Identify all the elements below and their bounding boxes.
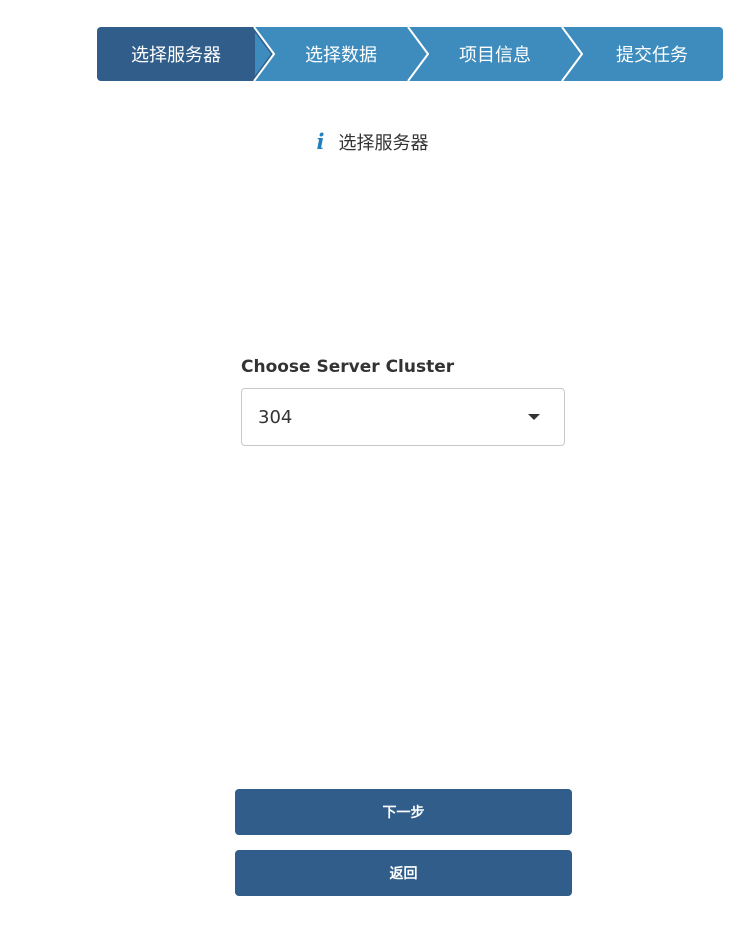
info-row: i 选择服务器	[0, 129, 745, 155]
next-button[interactable]: 下一步	[235, 789, 572, 835]
step-label: 提交任务	[616, 45, 688, 66]
back-button[interactable]: 返回	[235, 850, 572, 896]
step-select-data[interactable]: 选择数据	[255, 27, 429, 81]
server-cluster-value: 304	[258, 406, 293, 428]
step-label: 选择服务器	[131, 45, 221, 66]
step-project-info[interactable]: 项目信息	[409, 27, 583, 81]
stepper: 选择服务器 选择数据 项目信息 提交任务	[97, 27, 723, 81]
step-select-server[interactable]: 选择服务器	[97, 27, 275, 81]
step-label: 选择数据	[305, 45, 377, 66]
server-cluster-select[interactable]: 304	[241, 388, 565, 446]
info-icon: i	[316, 129, 325, 154]
step-submit-task[interactable]: 提交任务	[563, 27, 723, 81]
info-text: 选择服务器	[338, 133, 429, 154]
caret-down-icon	[528, 414, 540, 420]
step-label: 项目信息	[459, 45, 531, 66]
server-cluster-label: Choose Server Cluster	[241, 357, 455, 377]
